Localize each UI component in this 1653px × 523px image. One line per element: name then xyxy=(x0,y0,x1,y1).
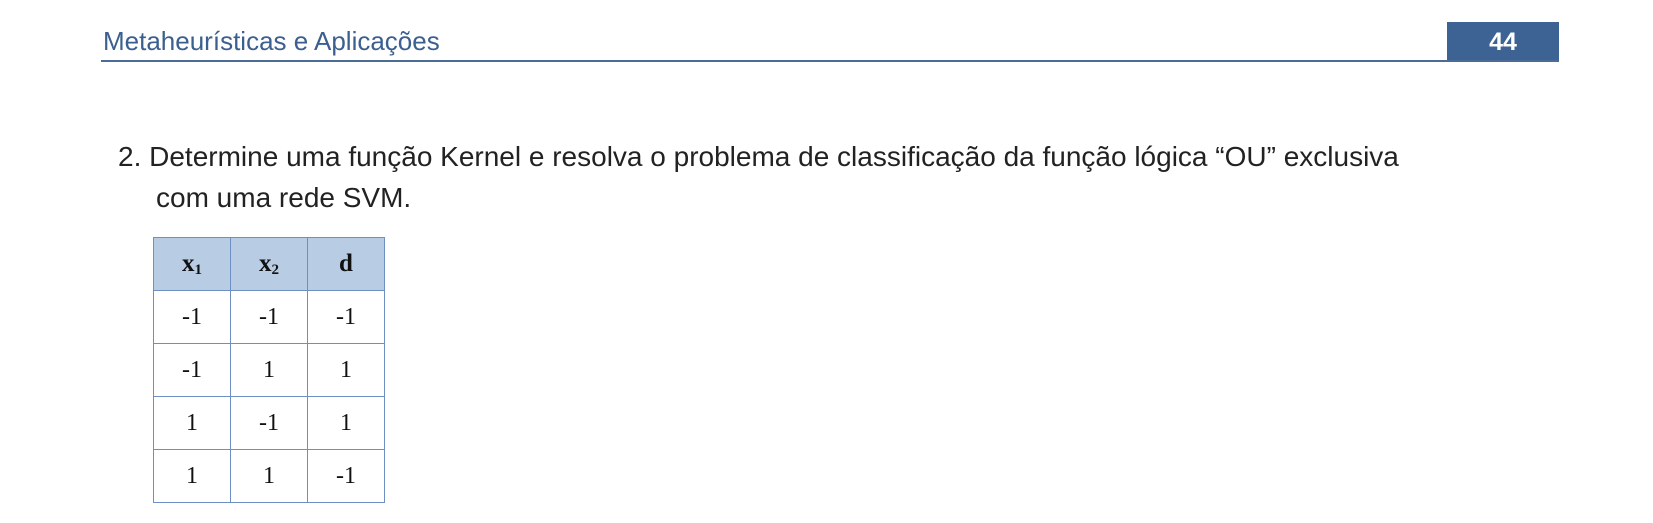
table-cell: 1 xyxy=(153,449,231,503)
document-title: Metaheurísticas e Aplicações xyxy=(103,26,440,56)
question-text: 2. Determine uma função Kernel e resolva… xyxy=(118,136,1558,218)
question-line-2: com uma rede SVM. xyxy=(156,182,412,213)
table-cell: -1 xyxy=(153,290,231,344)
table-cell: 1 xyxy=(230,449,308,503)
header-divider xyxy=(101,60,1559,62)
page-number: 44 xyxy=(1447,22,1559,62)
table-row: -1 1 1 xyxy=(153,343,385,397)
table-header-row: x1 x2 d xyxy=(153,237,385,291)
page-header: Metaheurísticas e Aplicações 44 xyxy=(101,22,1559,62)
table-cell: -1 xyxy=(230,396,308,450)
table-cell: 1 xyxy=(307,343,385,397)
table-cell: 1 xyxy=(153,396,231,450)
table-cell: -1 xyxy=(153,343,231,397)
table-cell: 1 xyxy=(307,396,385,450)
table-cell: 1 xyxy=(230,343,308,397)
column-header-x2: x2 xyxy=(230,237,308,291)
xor-truth-table: x1 x2 d -1 -1 -1 -1 1 1 1 -1 1 1 1 -1 xyxy=(153,237,385,503)
table-row: 1 -1 1 xyxy=(153,396,385,450)
table-cell: -1 xyxy=(307,290,385,344)
question-line-1: 2. Determine uma função Kernel e resolva… xyxy=(118,141,1399,172)
table-row: -1 -1 -1 xyxy=(153,290,385,344)
table-row: 1 1 -1 xyxy=(153,449,385,503)
column-header-d: d xyxy=(307,237,385,291)
table-cell: -1 xyxy=(230,290,308,344)
column-header-x1: x1 xyxy=(153,237,231,291)
table-cell: -1 xyxy=(307,449,385,503)
